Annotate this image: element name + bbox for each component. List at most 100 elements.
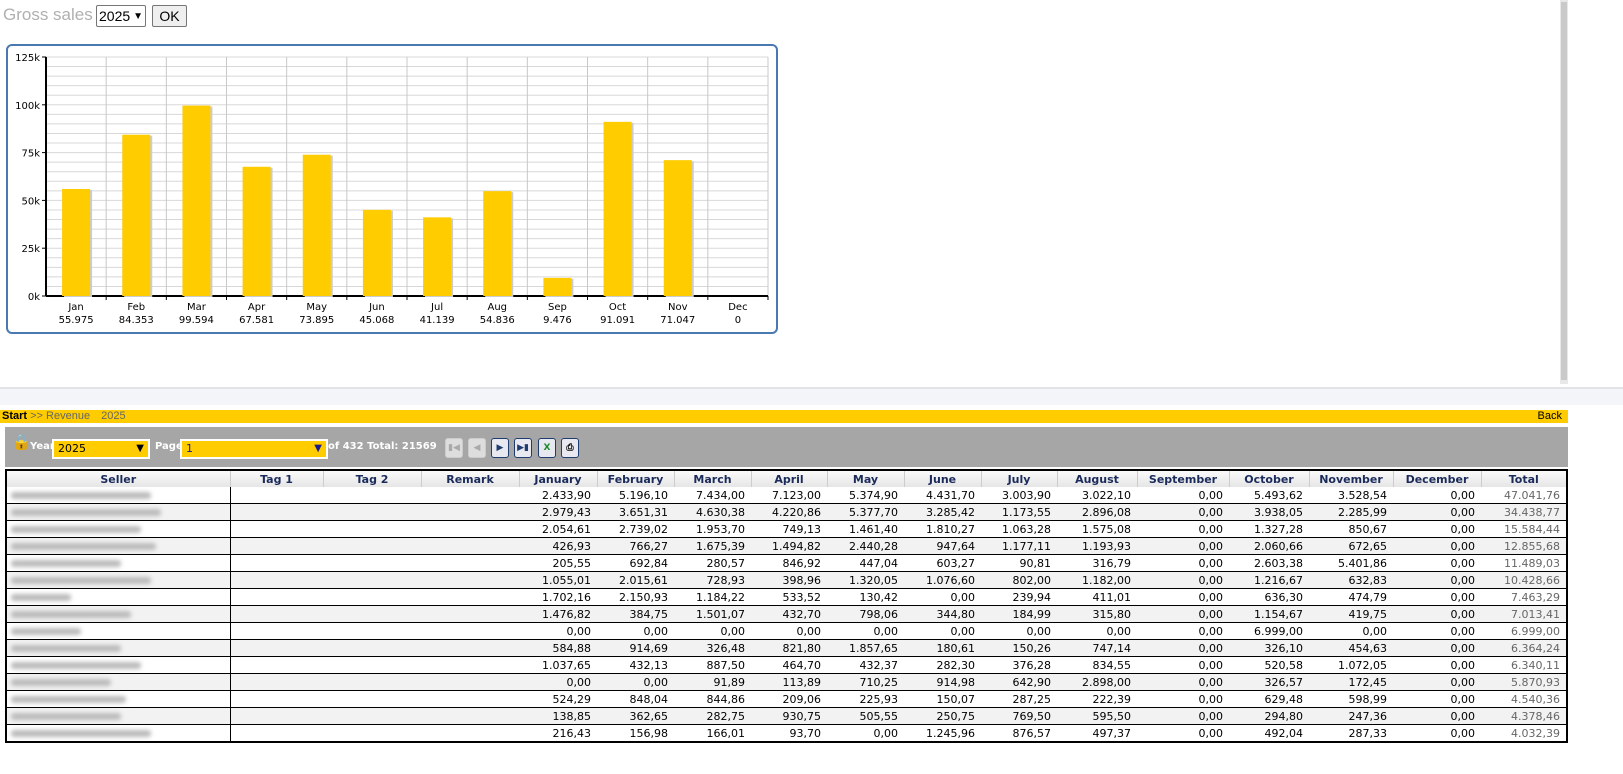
y-tick-label: 25k: [21, 244, 40, 255]
month-value-cell: 0,00: [827, 622, 904, 640]
column-header-october[interactable]: October: [1228, 470, 1309, 487]
table-row[interactable]: 584,88 914,69 326,48 821,80 1.857,65 180,61 15…: [6, 639, 1567, 657]
column-header-february[interactable]: February: [596, 470, 674, 487]
chevron-down-icon: ▼: [133, 10, 144, 22]
month-value-cell: 113,89: [751, 673, 827, 691]
prev-page-button[interactable]: ◀: [468, 438, 486, 458]
data-label: 99.594: [179, 315, 214, 326]
x-tick-label: Jan: [67, 302, 83, 313]
column-header-june[interactable]: June: [903, 470, 981, 487]
month-value-cell: 225,93: [827, 690, 904, 708]
month-value-cell: 821,80: [751, 639, 827, 657]
lock-icon[interactable]: 🔒: [12, 433, 31, 451]
column-header-seller[interactable]: Seller: [5, 470, 230, 487]
month-value-cell: 5.493,62: [1229, 487, 1309, 504]
month-value-cell: 280,57: [674, 554, 751, 572]
month-value-cell: 474,79: [1309, 588, 1393, 606]
month-value-cell: 850,67: [1309, 520, 1393, 538]
month-value-cell: 0,00: [519, 673, 597, 691]
column-header-remark[interactable]: Remark: [420, 470, 519, 487]
seller-cell-redacted[interactable]: [6, 605, 231, 623]
year-filter-select[interactable]: 2025 ▼: [52, 439, 150, 459]
y-tick-label: 0k: [28, 292, 40, 303]
table-row[interactable]: 138,85 362,65 282,75 930,75 505,55 250,75 769,…: [6, 707, 1567, 725]
seller-cell-redacted[interactable]: [6, 622, 231, 640]
column-header-tag-2[interactable]: Tag 2: [322, 470, 421, 487]
seller-cell-redacted[interactable]: [6, 639, 231, 657]
seller-cell-redacted[interactable]: [6, 690, 231, 708]
scrollbar-thumb[interactable]: [1561, 2, 1567, 380]
seller-cell-redacted[interactable]: [6, 588, 231, 606]
table-row[interactable]: 2.433,90 5.196,10 7.434,00 7.123,00 5.374,90…: [6, 487, 1567, 504]
month-value-cell: 0,00: [1393, 724, 1481, 743]
column-header-august[interactable]: August: [1056, 470, 1137, 487]
data-label: 91.091: [600, 315, 635, 326]
last-page-icon: ▶▮: [517, 443, 529, 453]
column-header-september[interactable]: September: [1136, 470, 1229, 487]
column-header-november[interactable]: November: [1308, 470, 1393, 487]
tag2-cell: [323, 724, 421, 743]
seller-cell-redacted[interactable]: [6, 503, 231, 521]
ok-button[interactable]: OK: [152, 5, 187, 27]
seller-cell-redacted[interactable]: [6, 707, 231, 725]
seller-cell-redacted[interactable]: [6, 724, 231, 743]
seller-cell-redacted[interactable]: [6, 520, 231, 538]
column-header-december[interactable]: December: [1392, 470, 1481, 487]
month-value-cell: 3.528,54: [1309, 487, 1393, 504]
breadcrumb-start-link[interactable]: Start: [2, 410, 27, 422]
month-value-cell: 0,00: [1393, 588, 1481, 606]
back-link[interactable]: Back: [1538, 410, 1562, 423]
table-row[interactable]: 1.476,82 384,75 1.501,07 432,70 798,06 344,80…: [6, 605, 1567, 623]
remark-cell: [421, 554, 519, 572]
last-page-button[interactable]: ▶▮: [514, 438, 532, 458]
month-value-cell: 2.739,02: [597, 520, 674, 538]
tag1-cell: [230, 588, 323, 606]
table-row[interactable]: 1.055,01 2.015,61 728,93 398,96 1.320,05 1.07…: [6, 571, 1567, 589]
month-value-cell: 4.220,86: [751, 503, 827, 521]
page-select[interactable]: 1 ▼: [180, 439, 328, 459]
month-value-cell: 1.327,28: [1229, 520, 1309, 538]
column-header-march[interactable]: March: [673, 470, 751, 487]
column-header-tag-1[interactable]: Tag 1: [229, 470, 323, 487]
month-value-cell: 2.433,90: [519, 487, 597, 504]
table-row[interactable]: 2.979,43 3.651,31 4.630,38 4.220,86 5.377,70…: [6, 503, 1567, 521]
month-value-cell: 846,92: [751, 554, 827, 572]
month-value-cell: 629,48: [1229, 690, 1309, 708]
next-page-button[interactable]: ▶: [491, 438, 509, 458]
year-select[interactable]: 2025 ▼: [96, 5, 147, 27]
table-row[interactable]: 1.702,16 2.150,93 1.184,22 533,52 130,42 0,00…: [6, 588, 1567, 606]
seller-cell-redacted[interactable]: [6, 487, 231, 504]
table-row[interactable]: 216,43 156,98 166,01 93,70 0,00 1.245,96 876,5…: [6, 724, 1567, 743]
column-header-total[interactable]: Total: [1480, 470, 1567, 487]
table-row[interactable]: 426,93 766,27 1.675,39 1.494,82 2.440,28 947,…: [6, 537, 1567, 555]
table-row[interactable]: 0,00 0,00 91,89 113,89 710,25 914,98 642,90 2.8…: [6, 673, 1567, 691]
seller-cell-redacted[interactable]: [6, 537, 231, 555]
seller-cell-redacted[interactable]: [6, 673, 231, 691]
month-value-cell: 130,42: [827, 588, 904, 606]
print-button[interactable]: ⎙: [561, 438, 579, 458]
table-row[interactable]: 2.054,61 2.739,02 1.953,70 749,13 1.461,40 1.…: [6, 520, 1567, 538]
seller-cell-redacted[interactable]: [6, 571, 231, 589]
seller-cell-redacted[interactable]: [6, 656, 231, 674]
excel-export-button[interactable]: X: [538, 438, 556, 458]
table-row[interactable]: 205,55 692,84 280,57 846,92 447,04 603,27 90,8…: [6, 554, 1567, 572]
month-value-cell: 3.022,10: [1057, 487, 1137, 504]
vertical-scrollbar[interactable]: [1560, 0, 1568, 384]
first-page-button[interactable]: ▮◀: [445, 438, 463, 458]
gross-sales-chart: 0k 25k 50k 75k 100k 125k Jan 55.975 Feb 84.353 Mar…: [6, 44, 778, 334]
total-cell: 4.540,36: [1481, 690, 1567, 708]
tag2-cell: [323, 520, 421, 538]
column-header-july[interactable]: July: [980, 470, 1057, 487]
seller-cell-redacted[interactable]: [6, 554, 231, 572]
prev-page-icon: ◀: [473, 443, 481, 453]
table-row[interactable]: 524,29 848,04 844,86 209,06 225,93 150,07 287,…: [6, 690, 1567, 708]
column-header-april[interactable]: April: [750, 470, 827, 487]
month-value-cell: 2.896,08: [1057, 503, 1137, 521]
table-row[interactable]: 0,00 0,00 0,00 0,00 0,00 0,00 0,00 0,00 0,00 6.99…: [6, 622, 1567, 640]
month-value-cell: 1.245,96: [904, 724, 981, 743]
column-header-january[interactable]: January: [518, 470, 597, 487]
table-row[interactable]: 1.037,65 432,13 887,50 464,70 432,37 282,30 37…: [6, 656, 1567, 674]
column-header-may[interactable]: May: [826, 470, 904, 487]
month-value-cell: 5.196,10: [597, 487, 674, 504]
month-value-cell: 344,80: [904, 605, 981, 623]
